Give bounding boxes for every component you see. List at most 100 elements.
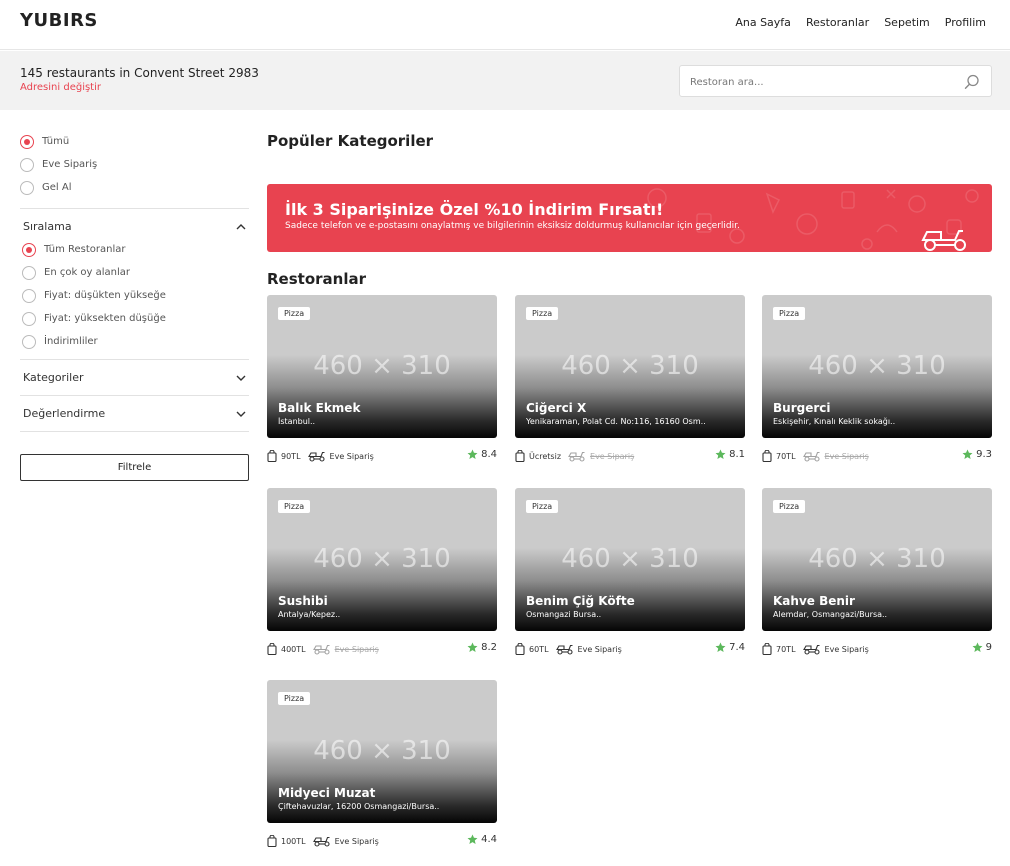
logo[interactable]: YUBIRS	[20, 10, 98, 31]
restaurant-image[interactable]: 460 × 310 Pizza Ciğerci X Yenikaraman, P…	[515, 295, 745, 438]
category-tag: Pizza	[773, 500, 806, 513]
promo-banner[interactable]: İlk 3 Siparişinize Özel %10 İndirim Fırs…	[267, 184, 992, 252]
meta-right: 8.4	[467, 449, 497, 460]
restaurant-image[interactable]: 460 × 310 Pizza Burgerci Eskişehir, Kına…	[762, 295, 992, 438]
bag-icon	[515, 450, 525, 462]
restaurant-image[interactable]: 460 × 310 Pizza Kahve Benir Alemdar, Osm…	[762, 488, 992, 631]
image-placeholder-text: 460 × 310	[313, 351, 451, 381]
meta-left: 70TL Eve Sipariş	[762, 450, 869, 462]
restaurant-address: İstanbul..	[278, 417, 316, 426]
restaurant-card[interactable]: 460 × 310 Pizza Sushibi Antalya/Kepez.. …	[267, 488, 497, 660]
restaurant-meta: 70TL Eve Sipariş 9.3	[762, 447, 992, 467]
min-order-price: Ücretsiz	[529, 451, 562, 461]
radio-button[interactable]	[20, 157, 34, 172]
scooter-icon	[568, 451, 585, 462]
radio-button[interactable]	[22, 311, 36, 326]
restaurant-card[interactable]: 460 × 310 Pizza Midyeci Muzat Çiftehavuz…	[267, 680, 497, 852]
category-tag: Pizza	[278, 307, 311, 320]
meta-left: Ücretsiz Eve Sipariş	[515, 450, 634, 462]
bag-icon	[515, 643, 525, 655]
order-type-all[interactable]: Tümü	[20, 130, 249, 153]
restaurant-meta: Ücretsiz Eve Sipariş 8.1	[515, 447, 745, 467]
rating-value: 4.4	[481, 834, 497, 845]
sort-discounted[interactable]: İndirimliler	[22, 330, 249, 353]
restaurant-meta: 70TL Eve Sipariş 9	[762, 640, 992, 660]
popular-categories-heading: Popüler Kategoriler	[267, 132, 434, 150]
meta-left: 60TL Eve Sipariş	[515, 643, 622, 655]
radio-label: İndirimliler	[44, 336, 98, 347]
restaurant-image[interactable]: 460 × 310 Pizza Sushibi Antalya/Kepez..	[267, 488, 497, 631]
min-order-price: 400TL	[281, 644, 306, 654]
restaurant-address: Eskişehir, Kınalı Keklik sokağı..	[773, 417, 896, 426]
scooter-icon	[307, 451, 325, 462]
restaurant-image[interactable]: 460 × 310 Pizza Benim Çiğ Köfte Osmangaz…	[515, 488, 745, 631]
search-box	[679, 65, 992, 97]
search-input[interactable]	[690, 73, 950, 91]
radio-button[interactable]	[22, 288, 36, 303]
category-tag: Pizza	[526, 500, 559, 513]
restaurant-card[interactable]: 460 × 310 Pizza Ciğerci X Yenikaraman, P…	[515, 295, 745, 467]
nav-cart[interactable]: Sepetim	[884, 16, 930, 29]
image-placeholder-text: 460 × 310	[561, 544, 699, 574]
nav-restaurants[interactable]: Restoranlar	[806, 16, 869, 29]
radio-button[interactable]	[20, 180, 34, 195]
bag-icon	[267, 835, 277, 847]
image-placeholder-text: 460 × 310	[561, 351, 699, 381]
star-icon	[962, 449, 973, 459]
meta-left: 100TL Eve Sipariş	[267, 835, 379, 847]
sort-price-desc[interactable]: Fiyat: yüksekten düşüğe	[22, 307, 249, 330]
radio-button[interactable]	[20, 134, 34, 149]
delivery-label: Eve Sipariş	[824, 451, 869, 461]
meta-right: 9	[972, 642, 992, 653]
meta-right: 7.4	[715, 642, 745, 653]
rating-value: 7.4	[729, 642, 745, 653]
star-icon	[715, 449, 726, 459]
restaurant-meta: 60TL Eve Sipariş 7.4	[515, 640, 745, 660]
meta-left: 70TL Eve Sipariş	[762, 643, 869, 655]
location-bar: 145 restaurants in Convent Street 2983 A…	[0, 51, 1010, 110]
chevron-down-icon	[236, 411, 246, 417]
image-placeholder-text: 460 × 310	[808, 544, 946, 574]
restaurant-card[interactable]: 460 × 310 Pizza Benim Çiğ Köfte Osmangaz…	[515, 488, 745, 660]
radio-button[interactable]	[22, 334, 36, 349]
radio-button[interactable]	[22, 265, 36, 280]
sort-most-voted[interactable]: En çok oy alanlar	[22, 261, 249, 284]
sort-section-title: Sıralama	[23, 220, 72, 233]
restaurant-address: Yenikaraman, Polat Cd. No:116, 16160 Osm…	[526, 417, 706, 426]
rating-value: 9.3	[976, 449, 992, 460]
restaurant-image[interactable]: 460 × 310 Pizza Midyeci Muzat Çiftehavuz…	[267, 680, 497, 823]
search-icon[interactable]	[963, 73, 981, 91]
order-type-pickup[interactable]: Gel Al	[20, 176, 249, 199]
category-tag: Pizza	[526, 307, 559, 320]
meta-left: 90TL Eve Sipariş	[267, 450, 374, 462]
restaurant-card[interactable]: 460 × 310 Pizza Burgerci Eskişehir, Kına…	[762, 295, 992, 467]
radio-button[interactable]	[22, 242, 36, 257]
restaurant-card[interactable]: 460 × 310 Pizza Balık Ekmek İstanbul.. 9…	[267, 295, 497, 467]
star-icon	[467, 642, 478, 652]
restaurant-name: Midyeci Muzat	[278, 786, 376, 800]
delivery-label: Eve Sipariş	[824, 644, 869, 654]
filter-sidebar: Tümü Eve Sipariş Gel Al Sıralama Tüm Res…	[20, 130, 249, 481]
star-icon	[972, 642, 983, 652]
nav-home[interactable]: Ana Sayfa	[735, 16, 791, 29]
nav-profile[interactable]: Profilim	[945, 16, 986, 29]
sort-all[interactable]: Tüm Restoranlar	[22, 238, 249, 261]
restaurant-image[interactable]: 460 × 310 Pizza Balık Ekmek İstanbul..	[267, 295, 497, 438]
chevron-up-icon	[236, 223, 246, 229]
rating-value: 8.2	[481, 642, 497, 653]
categories-section-header[interactable]: Kategoriler	[20, 359, 249, 395]
filter-button[interactable]: Filtrele	[20, 454, 249, 481]
radio-label: Fiyat: düşükten yükseğe	[44, 290, 166, 301]
change-address-link[interactable]: Adresini değiştir	[20, 82, 101, 93]
sort-price-asc[interactable]: Fiyat: düşükten yükseğe	[22, 284, 249, 307]
radio-label: Eve Sipariş	[42, 159, 98, 170]
rating-section-header[interactable]: Değerlendirme	[20, 395, 249, 431]
order-type-delivery[interactable]: Eve Sipariş	[20, 153, 249, 176]
restaurant-address: Çiftehavuzlar, 16200 Osmangazi/Bursa..	[278, 802, 440, 811]
restaurant-card[interactable]: 460 × 310 Pizza Kahve Benir Alemdar, Osm…	[762, 488, 992, 660]
restaurant-name: Ciğerci X	[526, 401, 587, 415]
restaurant-name: Sushibi	[278, 594, 328, 608]
delivery-label: Eve Sipariş	[590, 451, 635, 461]
rating-section-title: Değerlendirme	[23, 407, 106, 420]
image-placeholder-text: 460 × 310	[808, 351, 946, 381]
